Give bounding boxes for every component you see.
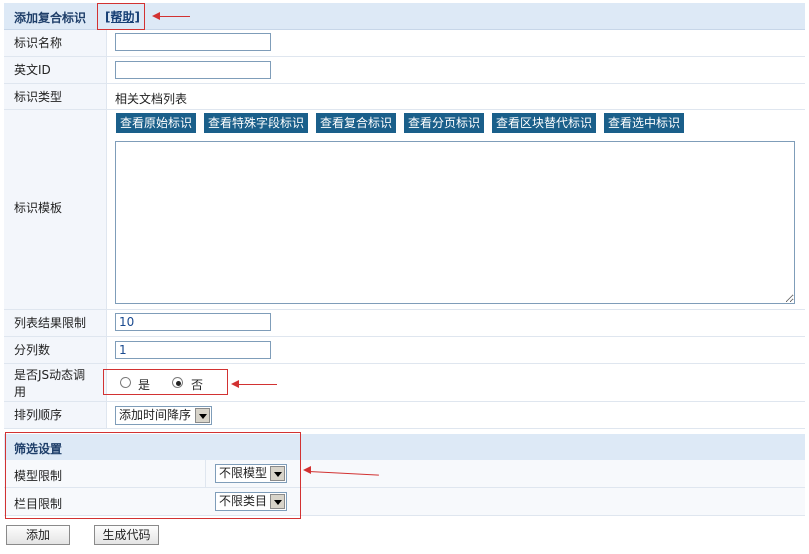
js-no-label: 否: [191, 378, 204, 392]
js-label-continued: 用: [14, 385, 27, 399]
type-label: 标识类型: [14, 90, 63, 104]
js-yes-radio[interactable]: [120, 377, 131, 388]
order-select[interactable]: 添加时间降序: [115, 406, 212, 425]
limit-input[interactable]: [115, 313, 271, 331]
view-block-replace-tag-button[interactable]: 查看区块替代标识: [492, 113, 597, 133]
js-no-radio[interactable]: [172, 377, 183, 388]
chevron-down-icon[interactable]: [195, 408, 210, 423]
columns-label: 分列数: [14, 343, 51, 357]
help-link[interactable]: [帮助]: [105, 8, 140, 25]
name-label: 标识名称: [14, 36, 63, 50]
view-paging-tag-button[interactable]: 查看分页标识: [404, 113, 485, 133]
filter-annotation-box: [5, 432, 301, 519]
page-title: 添加复合标识: [14, 11, 87, 25]
annotation-arrow-line: [237, 384, 277, 385]
limit-label: 列表结果限制: [14, 316, 87, 330]
columns-input[interactable]: [115, 341, 271, 359]
add-button[interactable]: 添加: [6, 525, 70, 545]
order-select-value: 添加时间降序: [119, 408, 192, 422]
annotation-arrow-icon: [303, 466, 311, 474]
type-value: 相关文档列表: [115, 92, 188, 106]
view-original-tag-button[interactable]: 查看原始标识: [116, 113, 197, 133]
template-label: 标识模板: [14, 201, 63, 215]
js-label: 是否JS动态调: [14, 368, 86, 382]
en-id-label: 英文ID: [14, 63, 51, 77]
view-selected-tag-button[interactable]: 查看选中标识: [604, 113, 685, 133]
view-special-field-tag-button[interactable]: 查看特殊字段标识: [204, 113, 309, 133]
annotation-arrow-line: [158, 16, 190, 17]
template-textarea[interactable]: [115, 141, 795, 304]
generate-code-button[interactable]: 生成代码: [94, 525, 159, 545]
order-label: 排列顺序: [14, 408, 63, 422]
view-composite-tag-button[interactable]: 查看复合标识: [316, 113, 397, 133]
name-input[interactable]: [115, 33, 271, 51]
js-yes-label: 是: [138, 378, 151, 392]
en-id-input[interactable]: [115, 61, 271, 79]
